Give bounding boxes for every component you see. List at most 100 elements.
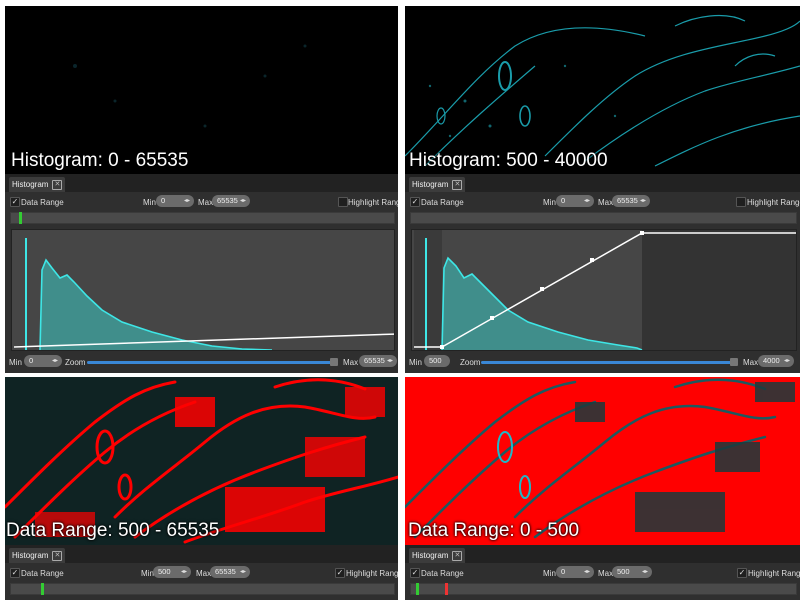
spinner-arrows-icon[interactable]: ◂▸ bbox=[784, 355, 790, 367]
min-label: Min bbox=[143, 198, 156, 207]
quadrant-bottom-right: Data Range: 0 - 500 Histogram ✕ ✓ Data R… bbox=[405, 377, 800, 600]
image-caption: Histogram: 0 - 65535 bbox=[11, 150, 189, 171]
microscopy-image: Histogram: 500 - 40000 bbox=[405, 6, 800, 174]
min-value: 0 bbox=[561, 196, 566, 205]
data-range-label: Data Range bbox=[21, 198, 64, 207]
max-value: 65535 bbox=[617, 196, 638, 205]
tab-bar: Histogram ✕ bbox=[405, 174, 800, 192]
histogram-plot bbox=[414, 230, 796, 350]
footer-max-input[interactable]: 4000 ◂▸ bbox=[758, 355, 794, 367]
min-label: Min bbox=[141, 569, 154, 578]
image-caption: Data Range: 0 - 500 bbox=[408, 520, 580, 541]
zoom-slider[interactable] bbox=[87, 361, 335, 364]
histogram-plot bbox=[13, 238, 394, 350]
spinner-arrows-icon[interactable]: ◂▸ bbox=[181, 566, 187, 578]
highlight-range-checkbox[interactable] bbox=[338, 197, 348, 207]
tab-bar: Histogram ✕ bbox=[5, 545, 398, 563]
microscopy-image: Data Range: 0 - 500 bbox=[405, 377, 800, 545]
range-strip[interactable] bbox=[410, 583, 797, 595]
range-marker[interactable] bbox=[41, 583, 44, 595]
histogram-panel: ✓ Data Range Min 500 ◂▸ Max 65535 ◂▸ ✓ H… bbox=[5, 563, 398, 600]
image-caption: Data Range: 500 - 65535 bbox=[6, 520, 220, 541]
zoom-slider-handle[interactable] bbox=[730, 358, 738, 366]
footer-min-input[interactable]: 0 ◂▸ bbox=[24, 355, 62, 367]
data-range-checkbox[interactable]: ✓ bbox=[410, 197, 420, 207]
close-icon[interactable]: ✕ bbox=[452, 179, 463, 190]
histogram-panel: ✓ Data Range Min 0 ◂▸ Max 65535 ◂▸ Highl… bbox=[5, 192, 398, 373]
spinner-arrows-icon[interactable]: ◂▸ bbox=[387, 355, 393, 367]
max-value: 500 bbox=[617, 567, 630, 576]
max-label: Max bbox=[598, 198, 614, 207]
spinner-arrows-icon[interactable]: ◂▸ bbox=[584, 195, 590, 207]
data-range-checkbox[interactable]: ✓ bbox=[10, 197, 20, 207]
highlight-range-checkbox[interactable]: ✓ bbox=[737, 568, 747, 578]
zoom-label: Zoom bbox=[65, 358, 86, 367]
range-strip[interactable] bbox=[10, 212, 395, 224]
footer-max-input[interactable]: 65535 ◂▸ bbox=[359, 355, 397, 367]
microscopy-image: Data Range: 500 - 65535 bbox=[5, 377, 398, 545]
histogram-chart bbox=[411, 229, 797, 351]
quadrant-top-right: Histogram: 500 - 40000 Histogram ✕ ✓ Dat… bbox=[405, 6, 800, 373]
spinner-arrows-icon[interactable]: ◂▸ bbox=[642, 566, 648, 578]
close-icon[interactable]: ✕ bbox=[452, 550, 463, 561]
highlight-range-label: Highlight Range bbox=[348, 198, 398, 207]
footer-min-input[interactable]: 500 bbox=[424, 355, 450, 367]
controls-row: ✓ Data Range Min 0 ◂▸ Max 65535 ◂▸ Highl… bbox=[405, 194, 800, 210]
image-canvas bbox=[73, 44, 307, 128]
spinner-arrows-icon[interactable]: ◂▸ bbox=[52, 355, 58, 367]
highlight-range-checkbox[interactable] bbox=[736, 197, 746, 207]
close-icon[interactable]: ✕ bbox=[52, 550, 63, 561]
data-range-label: Data Range bbox=[421, 198, 464, 207]
data-range-checkbox[interactable]: ✓ bbox=[410, 568, 420, 578]
tab-histogram[interactable]: Histogram ✕ bbox=[9, 177, 66, 192]
tab-histogram[interactable]: Histogram ✕ bbox=[409, 177, 466, 192]
max-value: 65535 bbox=[215, 567, 236, 576]
max-input[interactable]: 65535 ◂▸ bbox=[210, 566, 250, 578]
min-input[interactable]: 0 ◂▸ bbox=[156, 195, 194, 207]
footer-row: Min 0 ◂▸ Zoom Max 65535 ◂▸ bbox=[5, 354, 398, 370]
min-value: 0 bbox=[161, 196, 166, 205]
min-value: 0 bbox=[561, 567, 566, 576]
spinner-arrows-icon[interactable]: ◂▸ bbox=[184, 195, 190, 207]
max-input[interactable]: 65535 ◂▸ bbox=[612, 195, 650, 207]
tab-histogram[interactable]: Histogram ✕ bbox=[409, 548, 466, 563]
quadrant-bottom-left: Data Range: 500 - 65535 Histogram ✕ ✓ Da… bbox=[5, 377, 398, 600]
range-marker[interactable] bbox=[19, 212, 22, 224]
footer-max-value: 4000 bbox=[763, 356, 780, 365]
tab-label: Histogram bbox=[412, 180, 449, 189]
max-input[interactable]: 500 ◂▸ bbox=[612, 566, 652, 578]
footer-max-label: Max bbox=[743, 358, 759, 367]
spinner-arrows-icon[interactable]: ◂▸ bbox=[640, 195, 646, 207]
min-input[interactable]: 500 ◂▸ bbox=[153, 566, 191, 578]
highlight-range-checkbox[interactable]: ✓ bbox=[335, 568, 345, 578]
range-strip[interactable] bbox=[10, 583, 395, 595]
max-value: 65535 bbox=[217, 196, 238, 205]
image-canvas bbox=[405, 15, 800, 167]
histogram-chart bbox=[11, 229, 395, 351]
histogram-panel: ✓ Data Range Min 0 ◂▸ Max 500 ◂▸ ✓ Highl… bbox=[405, 563, 800, 600]
tab-histogram[interactable]: Histogram ✕ bbox=[9, 548, 66, 563]
spinner-arrows-icon[interactable]: ◂▸ bbox=[240, 566, 246, 578]
min-input[interactable]: 0 ◂▸ bbox=[556, 566, 594, 578]
min-input[interactable]: 0 ◂▸ bbox=[556, 195, 594, 207]
footer-max-value: 65535 bbox=[364, 356, 385, 365]
data-range-checkbox[interactable]: ✓ bbox=[10, 568, 20, 578]
max-input[interactable]: 65535 ◂▸ bbox=[212, 195, 250, 207]
tab-label: Histogram bbox=[12, 180, 49, 189]
controls-row: ✓ Data Range Min 500 ◂▸ Max 65535 ◂▸ ✓ H… bbox=[5, 565, 398, 581]
close-icon[interactable]: ✕ bbox=[52, 179, 63, 190]
spinner-arrows-icon[interactable]: ◂▸ bbox=[584, 566, 590, 578]
histogram-panel: ✓ Data Range Min 0 ◂▸ Max 65535 ◂▸ Highl… bbox=[405, 192, 800, 373]
range-strip[interactable] bbox=[410, 212, 797, 224]
range-marker-min[interactable] bbox=[416, 583, 419, 595]
footer-row: Min 500 Zoom Max 4000 ◂▸ bbox=[405, 354, 800, 370]
zoom-label: Zoom bbox=[460, 358, 481, 367]
min-value: 500 bbox=[158, 567, 171, 576]
max-label: Max bbox=[196, 569, 212, 578]
spinner-arrows-icon[interactable]: ◂▸ bbox=[240, 195, 246, 207]
min-label: Min bbox=[543, 569, 556, 578]
range-marker-max[interactable] bbox=[445, 583, 448, 595]
quadrant-top-left: Histogram: 0 - 65535 Histogram ✕ ✓ Data … bbox=[5, 6, 398, 373]
zoom-slider-handle[interactable] bbox=[330, 358, 338, 366]
zoom-slider[interactable] bbox=[481, 361, 735, 364]
